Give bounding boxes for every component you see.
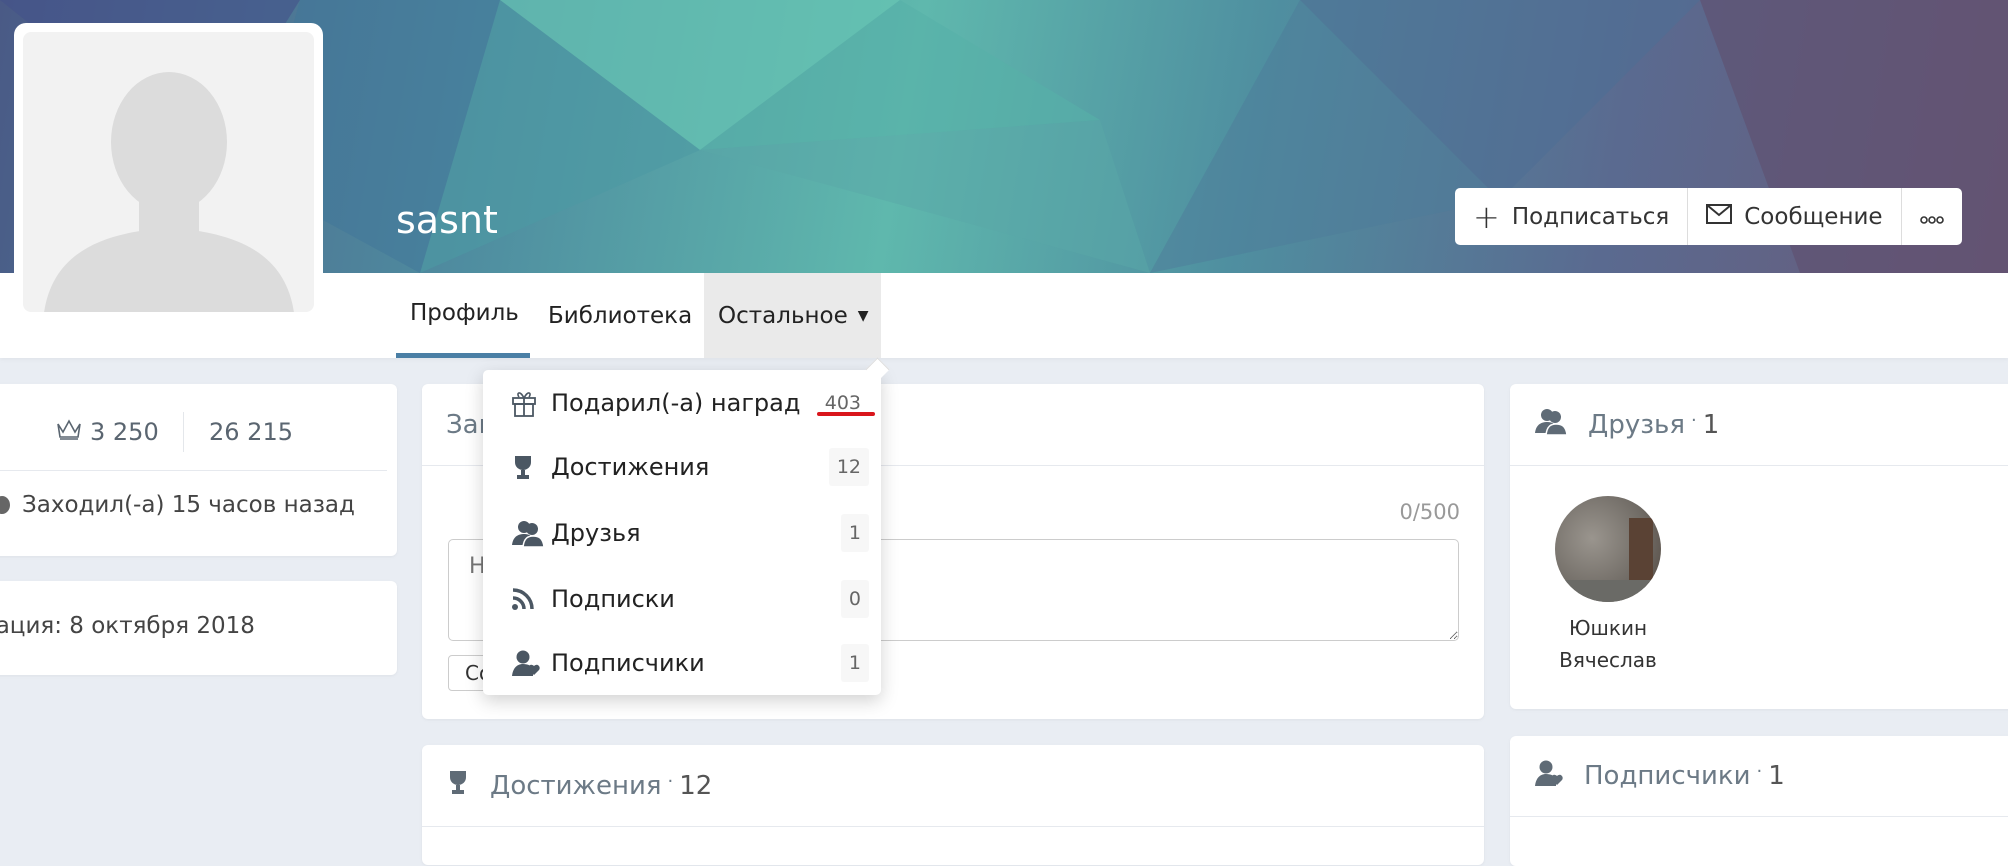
friends-title: Друзья	[1588, 409, 1685, 440]
username: sasnt	[396, 198, 498, 242]
friend-first-name: Юшкин	[1568, 616, 1648, 640]
divider	[0, 470, 387, 471]
menu-item-count: 1	[840, 644, 869, 682]
crown-stat: 3 250	[56, 418, 159, 446]
menu-item-achievements[interactable]: Достижения 12	[483, 436, 881, 498]
crown-icon	[56, 418, 82, 446]
followers-title: Подписчики	[1584, 761, 1751, 791]
tab-label: Профиль	[410, 300, 519, 326]
more-dots-icon	[1919, 204, 1944, 230]
friend-last-name: Вячеслав	[1559, 648, 1657, 672]
achievements-card: Достижения · 12	[422, 745, 1484, 865]
followers-count: 1	[1768, 761, 1785, 791]
crown-value: 3 250	[90, 418, 159, 446]
menu-item-count: 0	[840, 580, 869, 618]
menu-item-awards-given[interactable]: Подарил(-а) наград 403	[483, 372, 881, 434]
tab-profile[interactable]: Профиль	[396, 273, 530, 358]
registration-date: Регистрация: 8 октября 2018	[0, 613, 255, 639]
friend-avatar	[1555, 496, 1661, 602]
friends-icon	[511, 519, 551, 547]
followers-card: Подписчики · 1	[1510, 736, 2008, 866]
avatar-placeholder-icon	[23, 32, 314, 312]
menu-item-label: Подписки	[551, 585, 675, 613]
menu-item-label: Достижения	[551, 453, 710, 481]
last-seen-text: Заходил(-а) 15 часов назад	[22, 492, 355, 518]
message-label: Сообщение	[1744, 203, 1883, 230]
subscribe-button[interactable]: + Подписаться	[1455, 188, 1689, 245]
other-dropdown-menu: Подарил(-а) наград 403 Достижения 12 Дру…	[483, 370, 881, 695]
friend-item[interactable]: Юшкин Вячеслав	[1545, 496, 1671, 672]
profile-actions: + Подписаться Сообщение	[1455, 188, 1962, 245]
menu-item-followers[interactable]: Подписчики 1	[483, 632, 881, 694]
second-stat: 26 215	[209, 418, 293, 446]
menu-item-count: 1	[840, 514, 869, 552]
achievements-title: Достижения	[490, 770, 662, 801]
friends-card: Друзья · 1 Юшкин Вячеслав	[1510, 384, 2008, 709]
gift-icon	[511, 389, 551, 417]
friends-header: Друзья · 1	[1510, 384, 2008, 466]
followers-header: Подписчики · 1	[1510, 736, 2008, 817]
red-underline-annotation	[817, 412, 875, 416]
menu-item-label: Подарил(-а) наград	[551, 389, 801, 417]
tab-label: Остальное	[718, 302, 848, 329]
subscribe-label: Подписаться	[1511, 203, 1670, 230]
menu-item-count: 12	[828, 448, 869, 486]
envelope-icon	[1706, 203, 1733, 230]
trophy-icon	[511, 454, 551, 480]
follower-icon	[1534, 759, 1564, 794]
rss-icon	[511, 587, 551, 611]
message-button[interactable]: Сообщение	[1688, 188, 1902, 245]
follower-icon	[511, 649, 551, 677]
caret-down-icon: ▼	[857, 307, 869, 324]
plus-icon: +	[1473, 197, 1500, 236]
profile-avatar[interactable]	[14, 23, 323, 321]
stats-card: 3 250 26 215 Заходил(-а) 15 часов назад	[0, 384, 397, 556]
menu-item-count: 403	[824, 392, 861, 414]
menu-item-friends[interactable]: Друзья 1	[483, 502, 881, 564]
tab-library[interactable]: Библиотека	[534, 273, 706, 358]
registration-card: Регистрация: 8 октября 2018	[0, 581, 397, 675]
trophy-icon	[446, 769, 470, 802]
more-button[interactable]	[1902, 188, 1962, 245]
menu-item-label: Подписчики	[551, 649, 705, 677]
friends-icon	[1534, 407, 1568, 442]
stat-divider	[183, 412, 184, 452]
offline-status-dot-icon	[0, 496, 10, 514]
menu-item-label: Друзья	[551, 519, 641, 547]
tab-other-dropdown[interactable]: Остальное ▼	[704, 273, 881, 358]
achievements-count: 12	[679, 770, 713, 801]
friends-count: 1	[1702, 409, 1720, 440]
tab-label: Библиотека	[548, 302, 693, 329]
achievements-header: Достижения · 12	[422, 745, 1484, 827]
last-seen: Заходил(-а) 15 часов назад	[0, 492, 355, 518]
menu-item-subscriptions[interactable]: Подписки 0	[483, 568, 881, 630]
char-counter: 0/500	[1399, 500, 1460, 524]
